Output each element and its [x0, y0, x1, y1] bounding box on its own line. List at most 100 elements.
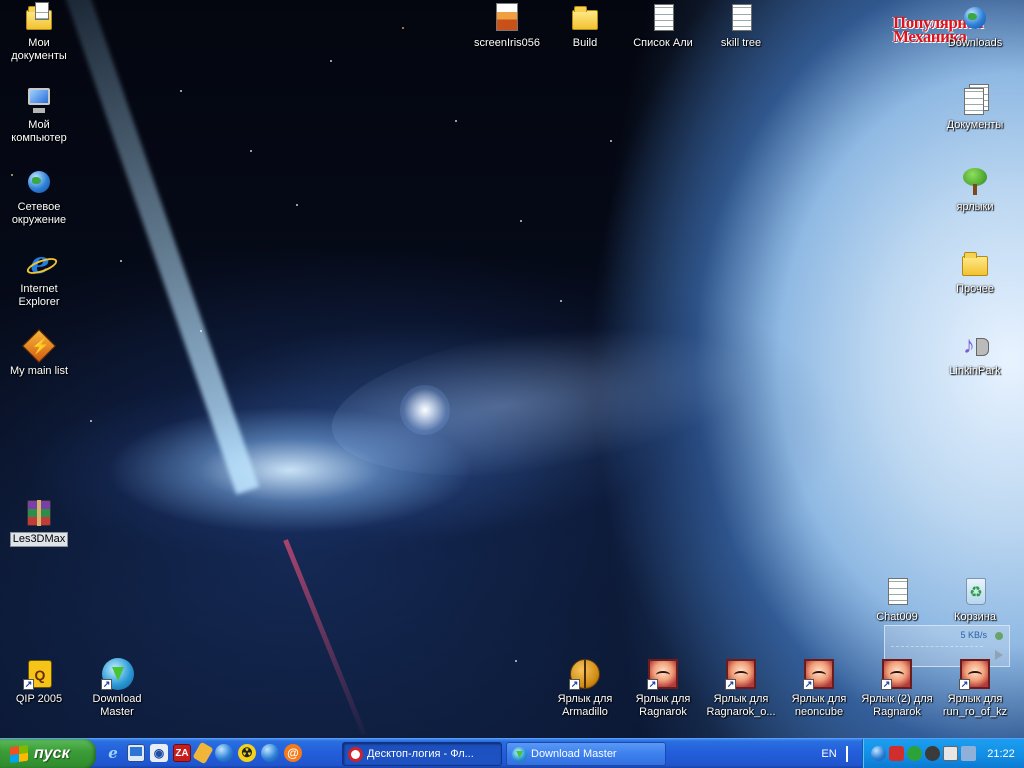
network-tray-icon[interactable]: [961, 746, 976, 761]
quick-launch-tag-icon[interactable]: [192, 741, 214, 765]
desktop-icon-build[interactable]: Build: [546, 2, 624, 50]
downloads-globe-icon: [959, 2, 991, 34]
folder-icon: [959, 248, 991, 280]
desktop-icon-run-ro-of-kz-shortcut[interactable]: ↗ Ярлык для run_ro_of_kz: [936, 658, 1014, 719]
my-documents-icon: [23, 2, 55, 34]
winamp-playlist-icon: [22, 329, 56, 363]
star: [180, 90, 182, 92]
desktop-icon-downloads[interactable]: Downloads: [936, 2, 1014, 50]
desktop-icon-label: LinkinPark: [949, 365, 1001, 377]
image-file-icon: [491, 2, 523, 34]
star: [520, 220, 522, 222]
galaxy-swirl: [322, 300, 768, 500]
settings-tray-icon[interactable]: [943, 746, 958, 761]
system-tray: 21:22: [862, 739, 1024, 768]
desktop-icon-network-places[interactable]: Сетевое окружение: [0, 166, 78, 227]
quick-launch-bar: e ◉ ZA ☢ @: [104, 741, 302, 765]
desktop-icon-prochee[interactable]: Прочее: [936, 248, 1014, 296]
globe-tray-icon[interactable]: [871, 746, 886, 761]
desktop-icon-recycle-bin[interactable]: ♻ Корзина: [936, 576, 1014, 624]
desktop-icon-ragnarok-2-shortcut[interactable]: ↗ Ярлык (2) для Ragnarok: [858, 658, 936, 719]
shield-tray-icon[interactable]: [889, 746, 904, 761]
desktop-icon-label: Документы: [946, 119, 1004, 131]
star: [402, 27, 404, 29]
text-document-icon: [725, 2, 757, 34]
quick-launch-radiation-icon[interactable]: ☢: [238, 744, 256, 762]
taskbar-button-label: Десктоп-логия - Фл...: [367, 748, 474, 760]
taskbar-button-download-master[interactable]: Download Master: [506, 742, 666, 766]
windows-flag-icon: [10, 744, 28, 764]
desktop-icon-les3dmax[interactable]: Les3DMax: [0, 497, 78, 550]
desktop-icon-label: Ярлык для Ragnarok: [635, 693, 691, 718]
download-master-icon: ↗: [101, 658, 134, 690]
documents-icon: [959, 84, 991, 116]
quick-launch-show-desktop-icon[interactable]: [127, 744, 145, 762]
star: [560, 300, 562, 302]
desktop-icon-skill-tree[interactable]: skill tree: [702, 2, 780, 50]
armadillo-ball-icon: ↗: [569, 658, 601, 690]
desktop-icon-label: screenIris056: [473, 37, 541, 49]
folder-icon: [569, 2, 601, 34]
star: [610, 140, 612, 142]
desktop-icon-label: Download Master: [92, 693, 142, 718]
desktop-icon-my-documents[interactable]: Мои документы: [0, 2, 78, 63]
taskbar-button-opera[interactable]: Десктоп-логия - Фл...: [342, 742, 502, 766]
shortcut-arrow-icon: ↗: [101, 679, 112, 690]
star: [515, 660, 517, 662]
desktop-icon-ragnarok-shortcut[interactable]: ↗ Ярлык для Ragnarok: [624, 658, 702, 719]
desktop-icon-yarlyki[interactable]: ярлыки: [936, 166, 1014, 214]
quick-launch-mail-at-icon[interactable]: @: [284, 744, 302, 762]
quick-launch-zonealarm-icon[interactable]: ZA: [173, 744, 191, 762]
shortcut-arrow-icon: ↗: [725, 679, 736, 690]
desktop-icon-qip-2005[interactable]: Q ↗ QIP 2005: [0, 658, 78, 706]
star: [455, 120, 457, 122]
desktop-icon-neoncube-shortcut[interactable]: ↗ Ярлык для neoncube: [780, 658, 858, 719]
opera-icon: [348, 747, 363, 762]
shortcut-arrow-icon: ↗: [959, 679, 970, 690]
ragnarok-icon: ↗: [881, 658, 913, 690]
quick-launch-globe-icon[interactable]: [261, 744, 279, 762]
my-computer-icon: [23, 84, 55, 116]
shortcut-arrow-icon: ↗: [803, 679, 814, 690]
text-document-icon: [647, 2, 679, 34]
start-button[interactable]: пуск: [0, 739, 96, 768]
quick-launch-internet-explorer-icon[interactable]: e: [104, 744, 122, 762]
start-label: пуск: [34, 745, 70, 762]
star: [90, 420, 92, 422]
desktop-icon-label: Build: [572, 37, 598, 49]
desktop-icon-linkinpark[interactable]: ♪ LinkinPark: [936, 330, 1014, 378]
desktop-icon-label: Ярлык (2) для Ragnarok: [861, 693, 933, 718]
desktop-icon-internet-explorer[interactable]: e Internet Explorer: [0, 248, 78, 309]
quick-launch-disk-icon[interactable]: ◉: [150, 744, 168, 762]
desktop-icon-label: Корзина: [954, 611, 996, 623]
desktop-icon-label: Ярлык для run_ro_of_kz: [942, 693, 1008, 718]
spider-tray-icon[interactable]: [925, 746, 940, 761]
desktop-icon-label: Ярлык для Armadillo: [557, 693, 613, 718]
eye-tray-icon[interactable]: [907, 746, 922, 761]
shortcut-arrow-icon: ↗: [881, 679, 892, 690]
star: [250, 150, 252, 152]
language-indicator[interactable]: EN: [817, 745, 841, 763]
ragnarok-icon: ↗: [647, 658, 679, 690]
desktop-icon-armadillo-shortcut[interactable]: ↗ Ярлык для Armadillo: [546, 658, 624, 719]
status-indicator-icon: [995, 632, 1003, 640]
desktop-icon-spisok-ali[interactable]: Список Али: [624, 2, 702, 50]
desktop-icon-label: ярлыки: [956, 201, 994, 213]
ragnarok-icon: ↗: [803, 658, 835, 690]
red-jet: [283, 539, 367, 736]
desktop-icon-documents[interactable]: Документы: [936, 84, 1014, 132]
desktop-icon-download-master[interactable]: ↗ Download Master: [78, 658, 156, 719]
download-master-icon: [512, 747, 527, 762]
tree-icon: [959, 166, 991, 198]
desktop-icon-screeniris056[interactable]: screenIris056: [468, 2, 546, 50]
quick-launch-globe-icon[interactable]: [215, 744, 233, 762]
desktop-icon-chat009[interactable]: Chat009: [858, 576, 936, 624]
star-flare: [400, 385, 450, 435]
desktop-icon-label: Chat009: [876, 611, 918, 623]
desktop-icon-my-main-list[interactable]: My main list: [0, 329, 78, 378]
desktop-icon-label: My main list: [9, 365, 69, 377]
language-bar-separator: [846, 746, 848, 762]
desktop-icon-my-computer[interactable]: Мой компьютер: [0, 84, 78, 145]
desktop-icon-ragnarok-o-shortcut[interactable]: ↗ Ярлык для Ragnarok_o...: [702, 658, 780, 719]
clock[interactable]: 21:22: [981, 739, 1021, 768]
